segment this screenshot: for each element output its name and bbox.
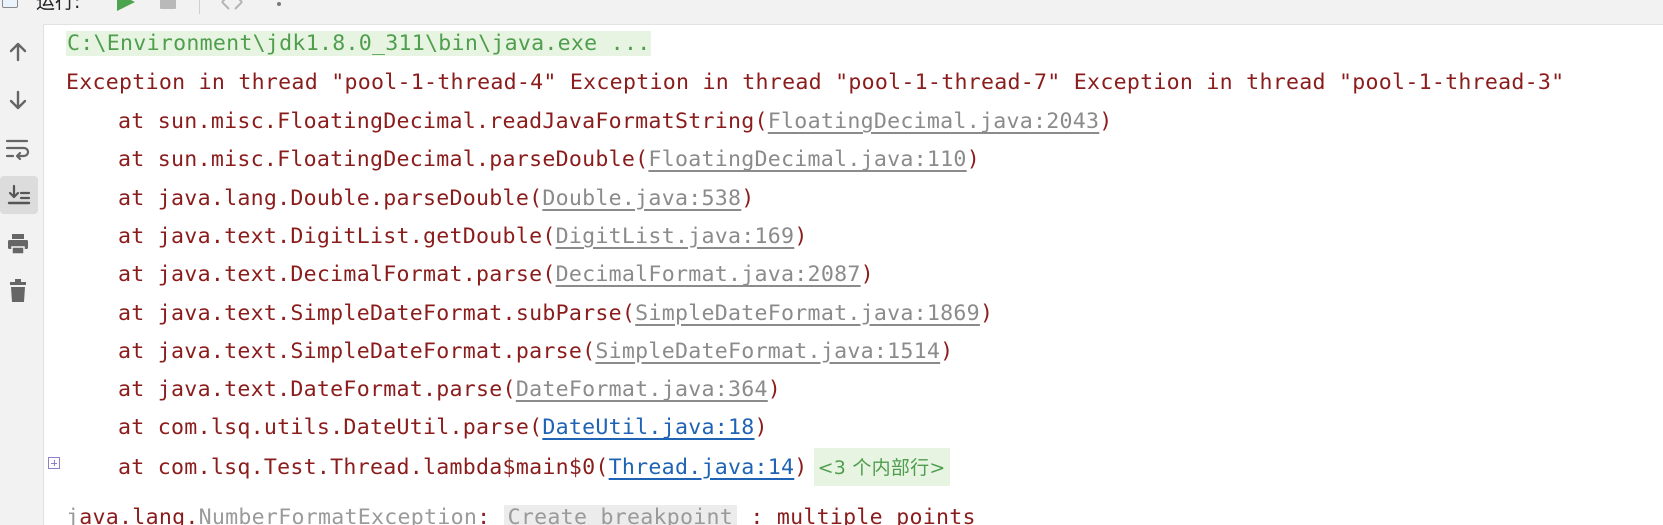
arrow-down-icon xyxy=(9,90,27,110)
frame-close-paren: ) xyxy=(794,223,808,249)
frame-close-paren: ) xyxy=(794,454,808,480)
restore-layout-icon[interactable] xyxy=(219,0,245,12)
scroll-up-button[interactable] xyxy=(0,33,36,71)
frame-source-link[interactable]: Double.java:538 xyxy=(542,186,741,211)
run-icon[interactable] xyxy=(117,0,135,11)
frame-close-paren: ) xyxy=(860,262,874,288)
frame-source-link[interactable]: DateFormat.java:364 xyxy=(516,377,768,402)
run-toolbar: 运行: xyxy=(0,0,1663,25)
arrow-up-icon xyxy=(9,42,27,62)
toolbar-separator xyxy=(199,0,200,14)
scroll-to-end-button[interactable] xyxy=(0,176,38,214)
frame-method: at java.text.SimpleDateFormat.parse( xyxy=(118,338,596,364)
frame-source-link[interactable]: FloatingDecimal.java:110 xyxy=(648,147,966,172)
expand-fold-icon[interactable] xyxy=(48,457,60,469)
frame-method: at java.lang.Double.parseDouble( xyxy=(118,185,543,211)
fold-gutter xyxy=(44,24,62,525)
frame-method: at com.lsq.utils.DateUtil.parse( xyxy=(118,415,543,441)
frame-method: at sun.misc.FloatingDecimal.parseDouble( xyxy=(118,147,649,173)
frame-close-paren: ) xyxy=(741,185,755,211)
stack-frame: at java.lang.Double.parseDouble(Double.j… xyxy=(66,180,755,218)
frame-source-link[interactable]: SimpleDateFormat.java:1514 xyxy=(595,339,940,364)
scroll-down-button[interactable] xyxy=(0,81,36,119)
console-output[interactable]: C:\Environment\jdk1.8.0_311\bin\java.exe… xyxy=(66,24,1663,525)
frame-close-paren: ) xyxy=(979,300,994,326)
soft-wrap-button[interactable] xyxy=(0,130,36,168)
frame-method: at java.text.SimpleDateFormat.subParse( xyxy=(118,300,636,326)
scroll-to-end-icon xyxy=(7,184,31,205)
truncated-line: java.lang.NumberFormatException: Create … xyxy=(66,499,976,525)
stack-frame: at java.text.SimpleDateFormat.subParse(S… xyxy=(66,295,993,333)
stack-frame: at com.lsq.utils.DateUtil.parse(DateUtil… xyxy=(66,409,768,447)
frame-source-link[interactable]: DecimalFormat.java:2087 xyxy=(556,262,861,287)
frame-close-paren: ) xyxy=(940,338,954,364)
frame-source-link[interactable]: DateUtil.java:18 xyxy=(542,415,754,440)
stack-frame: at sun.misc.FloatingDecimal.readJavaForm… xyxy=(66,103,1113,141)
stack-frame: at java.text.SimpleDateFormat.parse(Simp… xyxy=(66,333,953,371)
stack-frame: at java.text.DecimalFormat.parse(Decimal… xyxy=(66,256,874,294)
folded-frames-badge[interactable]: <3 个内部行> xyxy=(813,447,950,486)
frame-close-paren: ) xyxy=(754,415,768,441)
run-tab-icon xyxy=(2,0,18,8)
exception-header: Exception in thread "pool-1-thread-4" Ex… xyxy=(66,64,1564,102)
stack-frame: at java.text.DigitList.getDouble(DigitLi… xyxy=(66,218,808,256)
java-command[interactable]: C:\Environment\jdk1.8.0_311\bin\java.exe… xyxy=(66,31,652,56)
more-icon[interactable] xyxy=(271,0,287,14)
frame-method: at sun.misc.FloatingDecimal.readJavaForm… xyxy=(118,109,768,134)
frame-method: at java.text.DecimalFormat.parse( xyxy=(118,262,556,288)
frame-method: at java.text.DigitList.getDouble( xyxy=(118,223,556,249)
stack-frame: at sun.misc.FloatingDecimal.parseDouble(… xyxy=(66,141,980,179)
frame-close-paren: ) xyxy=(966,147,980,173)
console-tool-sidebar xyxy=(0,24,44,525)
frame-close-paren: ) xyxy=(767,377,782,403)
frame-source-link[interactable]: Thread.java:14 xyxy=(609,455,795,480)
stack-frame: at com.lsq.Test.Thread.lambda$main$0(Thr… xyxy=(66,447,950,486)
frame-source-link[interactable]: DigitList.java:169 xyxy=(556,224,795,249)
frame-method: at java.text.DateFormat.parse( xyxy=(118,377,516,403)
run-tab-label[interactable]: 运行: xyxy=(36,0,80,14)
frame-source-link[interactable]: SimpleDateFormat.java:1869 xyxy=(635,301,980,326)
frame-source-link[interactable]: FloatingDecimal.java:2043 xyxy=(768,109,1100,134)
command-line: C:\Environment\jdk1.8.0_311\bin\java.exe… xyxy=(66,25,652,63)
stop-icon[interactable] xyxy=(160,0,176,9)
print-button[interactable] xyxy=(0,225,36,263)
soft-wrap-icon xyxy=(5,139,30,161)
trash-icon xyxy=(10,279,26,302)
exception-header-text: Exception in thread "pool-1-thread-4" Ex… xyxy=(66,70,1565,95)
frame-method: at com.lsq.Test.Thread.lambda$main$0( xyxy=(118,454,609,480)
frame-close-paren: ) xyxy=(1099,109,1113,134)
clear-all-button[interactable] xyxy=(0,272,36,310)
print-icon xyxy=(8,234,28,255)
stack-frame: at java.text.DateFormat.parse(DateFormat… xyxy=(66,371,781,409)
